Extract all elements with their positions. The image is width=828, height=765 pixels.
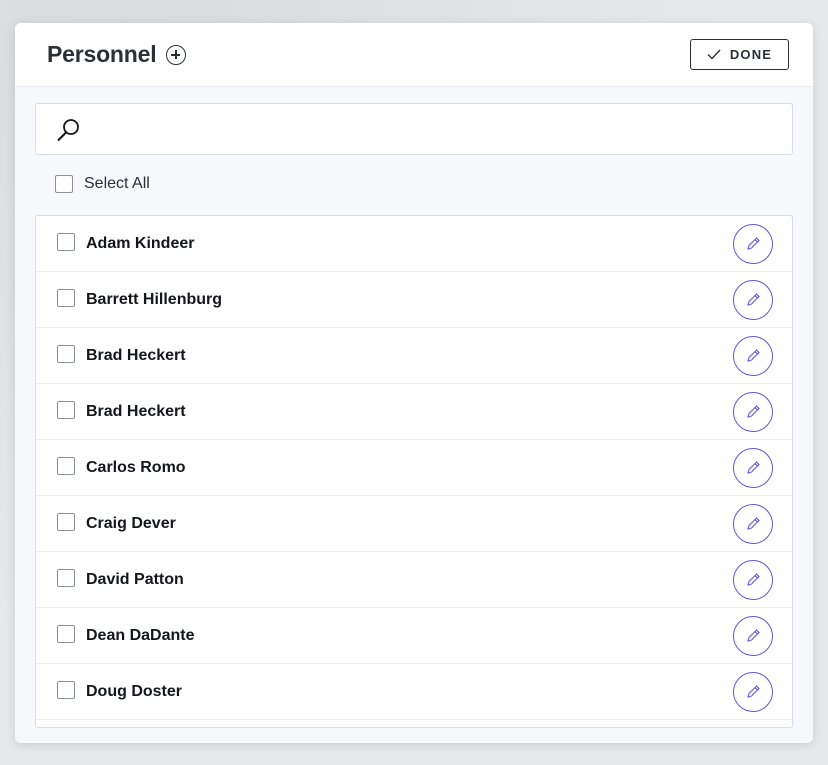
search-input[interactable] bbox=[92, 112, 776, 148]
list-item: Doug Doster bbox=[36, 664, 792, 720]
list-item: Dean DaDante bbox=[36, 608, 792, 664]
modal-header: Personnel DONE bbox=[15, 23, 813, 87]
row-checkbox[interactable] bbox=[57, 681, 75, 699]
edit-button[interactable] bbox=[733, 672, 773, 712]
edit-button[interactable] bbox=[733, 392, 773, 432]
done-button[interactable]: DONE bbox=[690, 39, 789, 70]
list-item: Craig Dever bbox=[36, 496, 792, 552]
pencil-icon bbox=[747, 293, 760, 306]
row-checkbox[interactable] bbox=[57, 457, 75, 475]
personnel-name: Adam Kindeer bbox=[86, 235, 195, 252]
add-personnel-icon[interactable] bbox=[166, 45, 186, 65]
personnel-modal: Personnel DONE Select All Adam Kindeer B… bbox=[15, 23, 813, 743]
edit-button[interactable] bbox=[733, 224, 773, 264]
row-checkbox[interactable] bbox=[57, 233, 75, 251]
list-item: Brad Heckert bbox=[36, 328, 792, 384]
personnel-name: Doug Doster bbox=[86, 683, 182, 700]
personnel-name: Carlos Romo bbox=[86, 459, 186, 476]
edit-button[interactable] bbox=[733, 560, 773, 600]
edit-button[interactable] bbox=[733, 448, 773, 488]
pencil-icon bbox=[747, 237, 760, 250]
edit-button[interactable] bbox=[733, 336, 773, 376]
row-checkbox[interactable] bbox=[57, 289, 75, 307]
list-item: David Patton bbox=[36, 552, 792, 608]
personnel-name: Brad Heckert bbox=[86, 403, 186, 420]
pencil-icon bbox=[747, 573, 760, 586]
personnel-name: Barrett Hillenburg bbox=[86, 291, 223, 308]
search-icon bbox=[57, 119, 79, 142]
row-checkbox[interactable] bbox=[57, 513, 75, 531]
row-checkbox[interactable] bbox=[57, 401, 75, 419]
personnel-name: David Patton bbox=[86, 571, 184, 588]
done-label: DONE bbox=[729, 47, 773, 62]
select-all-checkbox[interactable] bbox=[55, 175, 73, 193]
row-checkbox[interactable] bbox=[57, 625, 75, 643]
row-checkbox[interactable] bbox=[57, 569, 75, 587]
edit-button[interactable] bbox=[733, 504, 773, 544]
edit-button[interactable] bbox=[733, 616, 773, 656]
checkmark-icon bbox=[707, 49, 721, 60]
list-item: Adam Kindeer bbox=[36, 216, 792, 272]
pencil-icon bbox=[747, 517, 760, 530]
pencil-icon bbox=[747, 405, 760, 418]
select-all[interactable]: Select All bbox=[55, 173, 150, 195]
pencil-icon bbox=[747, 629, 760, 642]
pencil-icon bbox=[747, 349, 760, 362]
list-item: Carlos Romo bbox=[36, 440, 792, 496]
edit-button[interactable] bbox=[733, 280, 773, 320]
list-item: Brad Heckert bbox=[36, 384, 792, 440]
row-checkbox[interactable] bbox=[57, 345, 75, 363]
search-box[interactable] bbox=[35, 103, 793, 155]
personnel-list[interactable]: Adam Kindeer Barrett Hillenburg Brad Hec… bbox=[35, 215, 793, 728]
personnel-name: Craig Dever bbox=[86, 515, 176, 532]
personnel-name: Brad Heckert bbox=[86, 347, 186, 364]
personnel-name: Dean DaDante bbox=[86, 627, 195, 644]
modal-title: Personnel bbox=[47, 41, 157, 67]
pencil-icon bbox=[747, 685, 760, 698]
pencil-icon bbox=[747, 461, 760, 474]
select-all-label: Select All bbox=[84, 175, 150, 192]
list-item: Barrett Hillenburg bbox=[36, 272, 792, 328]
